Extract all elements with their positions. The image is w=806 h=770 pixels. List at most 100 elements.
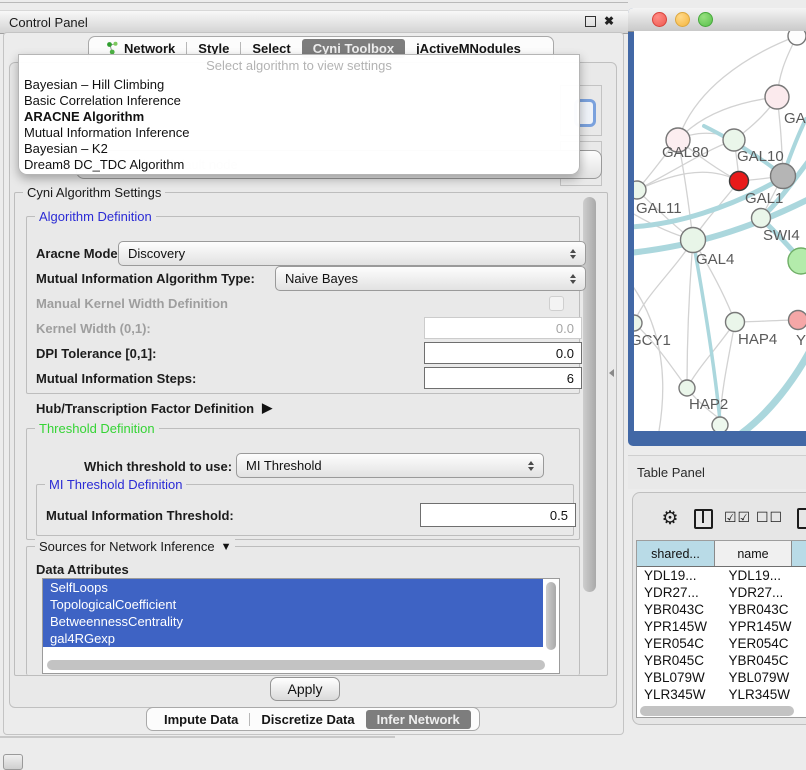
tab-discretize-data[interactable]: Discretize Data	[250, 710, 365, 729]
dropdown-item[interactable]: Basic Correlation Inference	[19, 93, 579, 109]
mi-type-combo[interactable]: Naive Bayes	[275, 266, 586, 291]
table-row[interactable]: YLR345WYLR345W9.	[637, 686, 806, 703]
node-gal1[interactable]	[730, 172, 749, 191]
show-all-columns-icon[interactable]: ☑☑	[724, 509, 751, 526]
column-header-shared-name[interactable]: shared...	[637, 541, 715, 566]
zoom-traffic-light-icon[interactable]	[698, 12, 713, 27]
table-row[interactable]: YPR145WYPR145W9.	[637, 618, 806, 635]
column-header-partial[interactable]	[792, 541, 806, 566]
table-row[interactable]: YBR043CYBR043C	[637, 601, 806, 618]
tab-label: Discretize Data	[261, 712, 354, 727]
mi-type-label: Mutual Information Algorithm Type:	[36, 271, 255, 286]
close-window-icon[interactable]: ✖	[604, 15, 614, 27]
table-row[interactable]: YDR27...YDR27...12	[637, 584, 806, 601]
minimize-traffic-light-icon[interactable]	[675, 12, 690, 27]
table-row[interactable]: YDL19...YDL19...13	[637, 567, 806, 584]
dropdown-item[interactable]: Mutual Information Inference	[19, 125, 579, 141]
table-body: YDL19...YDL19...13 YDR27...YDR27...12 YB…	[637, 567, 806, 705]
mi-steps-label: Mutual Information Steps:	[36, 371, 196, 386]
node-bottom[interactable]	[712, 417, 728, 431]
stepper-icon	[570, 249, 576, 259]
attribute-item[interactable]: BetweennessCentrality	[43, 613, 543, 630]
data-attributes-list: SelfLoops TopologicalCoefficient Between…	[42, 578, 560, 674]
node-gal7[interactable]	[765, 85, 789, 109]
cell: YLR345W	[719, 687, 803, 702]
node-label: GAL1	[745, 190, 783, 207]
algorithm-dropdown: Select algorithm to view settings Bayesi…	[18, 54, 580, 175]
node-label: GAL	[784, 110, 806, 127]
gear-icon[interactable]: ⚙	[660, 508, 680, 528]
top-divider	[0, 2, 628, 3]
table-row[interactable]: YER054CYER054C8.	[637, 635, 806, 652]
float-window-button[interactable]	[585, 16, 596, 27]
node[interactable]	[788, 31, 806, 45]
aracne-mode-combo[interactable]: Discovery	[118, 241, 586, 266]
minimized-panel-button[interactable]	[3, 754, 23, 770]
cell: YBR043C	[719, 602, 803, 617]
desktop: { "control_panel": { "title": "Control P…	[0, 0, 806, 762]
column-header-name[interactable]: name	[715, 541, 792, 566]
attributes-horizontal-scrollbar[interactable]	[47, 660, 545, 670]
cell: YDR27...	[637, 585, 719, 600]
cell: YBL079W	[719, 670, 803, 685]
dropdown-prompt: Select algorithm to view settings	[19, 55, 579, 77]
aracne-mode-label: Aracne Mode:	[36, 246, 122, 261]
node-gal4[interactable]	[681, 228, 706, 253]
bottom-divider	[0, 736, 395, 738]
which-threshold-combo[interactable]: MI Threshold	[236, 453, 544, 478]
cell: YPR145W	[637, 619, 719, 634]
table-row[interactable]: YBR045CYBR045C	[637, 652, 806, 669]
mi-threshold-field[interactable]: 0.5	[420, 503, 576, 527]
node-hap4[interactable]	[726, 313, 745, 332]
tab-label: Infer Network	[377, 712, 460, 727]
tab-infer-network[interactable]: Infer Network	[366, 710, 471, 729]
cell: YER054C	[637, 636, 719, 651]
group-title: Cyni Algorithm Settings	[23, 185, 165, 200]
node-y[interactable]	[789, 311, 806, 330]
node-gal11[interactable]	[634, 181, 646, 199]
attribute-item[interactable]: gal4RGexp	[43, 630, 543, 647]
cell: YBR045C	[637, 653, 719, 668]
attribute-item[interactable]: TopologicalCoefficient	[43, 596, 543, 613]
mi-steps-field[interactable]: 6	[424, 367, 582, 389]
node-hap2[interactable]	[679, 380, 695, 396]
kernel-width-field[interactable]: 0.0	[424, 317, 582, 339]
attribute-item[interactable]: SelfLoops	[43, 579, 543, 596]
hub-definition-expander[interactable]: Hub/Transcription Factor Definition ▶	[36, 400, 272, 416]
network-window-titlebar[interactable]	[628, 8, 806, 32]
node-swi4[interactable]	[752, 209, 771, 228]
node-label: SWI4	[763, 227, 800, 244]
bottom-tabbar: Impute Data Discretize Data Infer Networ…	[146, 707, 480, 731]
aracne-mode-value: Discovery	[128, 246, 185, 261]
dpi-tolerance-field[interactable]: 0.0	[424, 342, 582, 364]
column-divider	[702, 511, 704, 523]
table-header: shared... name	[637, 541, 806, 567]
tab-impute-data[interactable]: Impute Data	[153, 710, 249, 729]
group-title: Algorithm Definition	[35, 209, 156, 224]
table-horizontal-scrollbar[interactable]	[640, 706, 794, 716]
cell: YDL19...	[719, 568, 803, 583]
dropdown-item-selected[interactable]: ARACNE Algorithm	[19, 109, 579, 125]
splitpane-collapse-icon[interactable]	[609, 369, 614, 377]
mi-type-value: Naive Bayes	[285, 271, 358, 286]
cell: YBR045C	[719, 653, 803, 668]
dropdown-item[interactable]: Dream8 DC_TDC Algorithm	[19, 157, 579, 173]
node-gray[interactable]	[771, 164, 796, 189]
dropdown-item[interactable]: Bayesian – K2	[19, 141, 579, 157]
hide-all-columns-icon[interactable]: ☐☐	[756, 509, 783, 526]
manual-kernel-checkbox[interactable]	[549, 296, 564, 311]
cell: YBR043C	[637, 602, 719, 617]
collapse-down-icon[interactable]: ▼	[221, 541, 232, 553]
dropdown-item[interactable]: Bayesian – Hill Climbing	[19, 77, 579, 93]
new-table-icon[interactable]	[797, 508, 806, 529]
close-traffic-light-icon[interactable]	[652, 12, 667, 27]
manual-kernel-label: Manual Kernel Width Definition	[36, 296, 228, 311]
attributes-vertical-scrollbar[interactable]	[546, 582, 556, 650]
cell: YDR27...	[719, 585, 803, 600]
table-panel-titlebar: Table Panel	[628, 455, 806, 489]
apply-button[interactable]: Apply	[270, 677, 340, 701]
table-row[interactable]: YBL079WYBL079W	[637, 669, 806, 686]
mi-threshold-label: Mutual Information Threshold:	[46, 508, 234, 523]
column-browser-icon[interactable]	[694, 509, 713, 529]
network-canvas[interactable]: GAL GAL80 GAL10 GAL1 GAL11 SWI4 GAL4 GCY…	[634, 31, 806, 431]
